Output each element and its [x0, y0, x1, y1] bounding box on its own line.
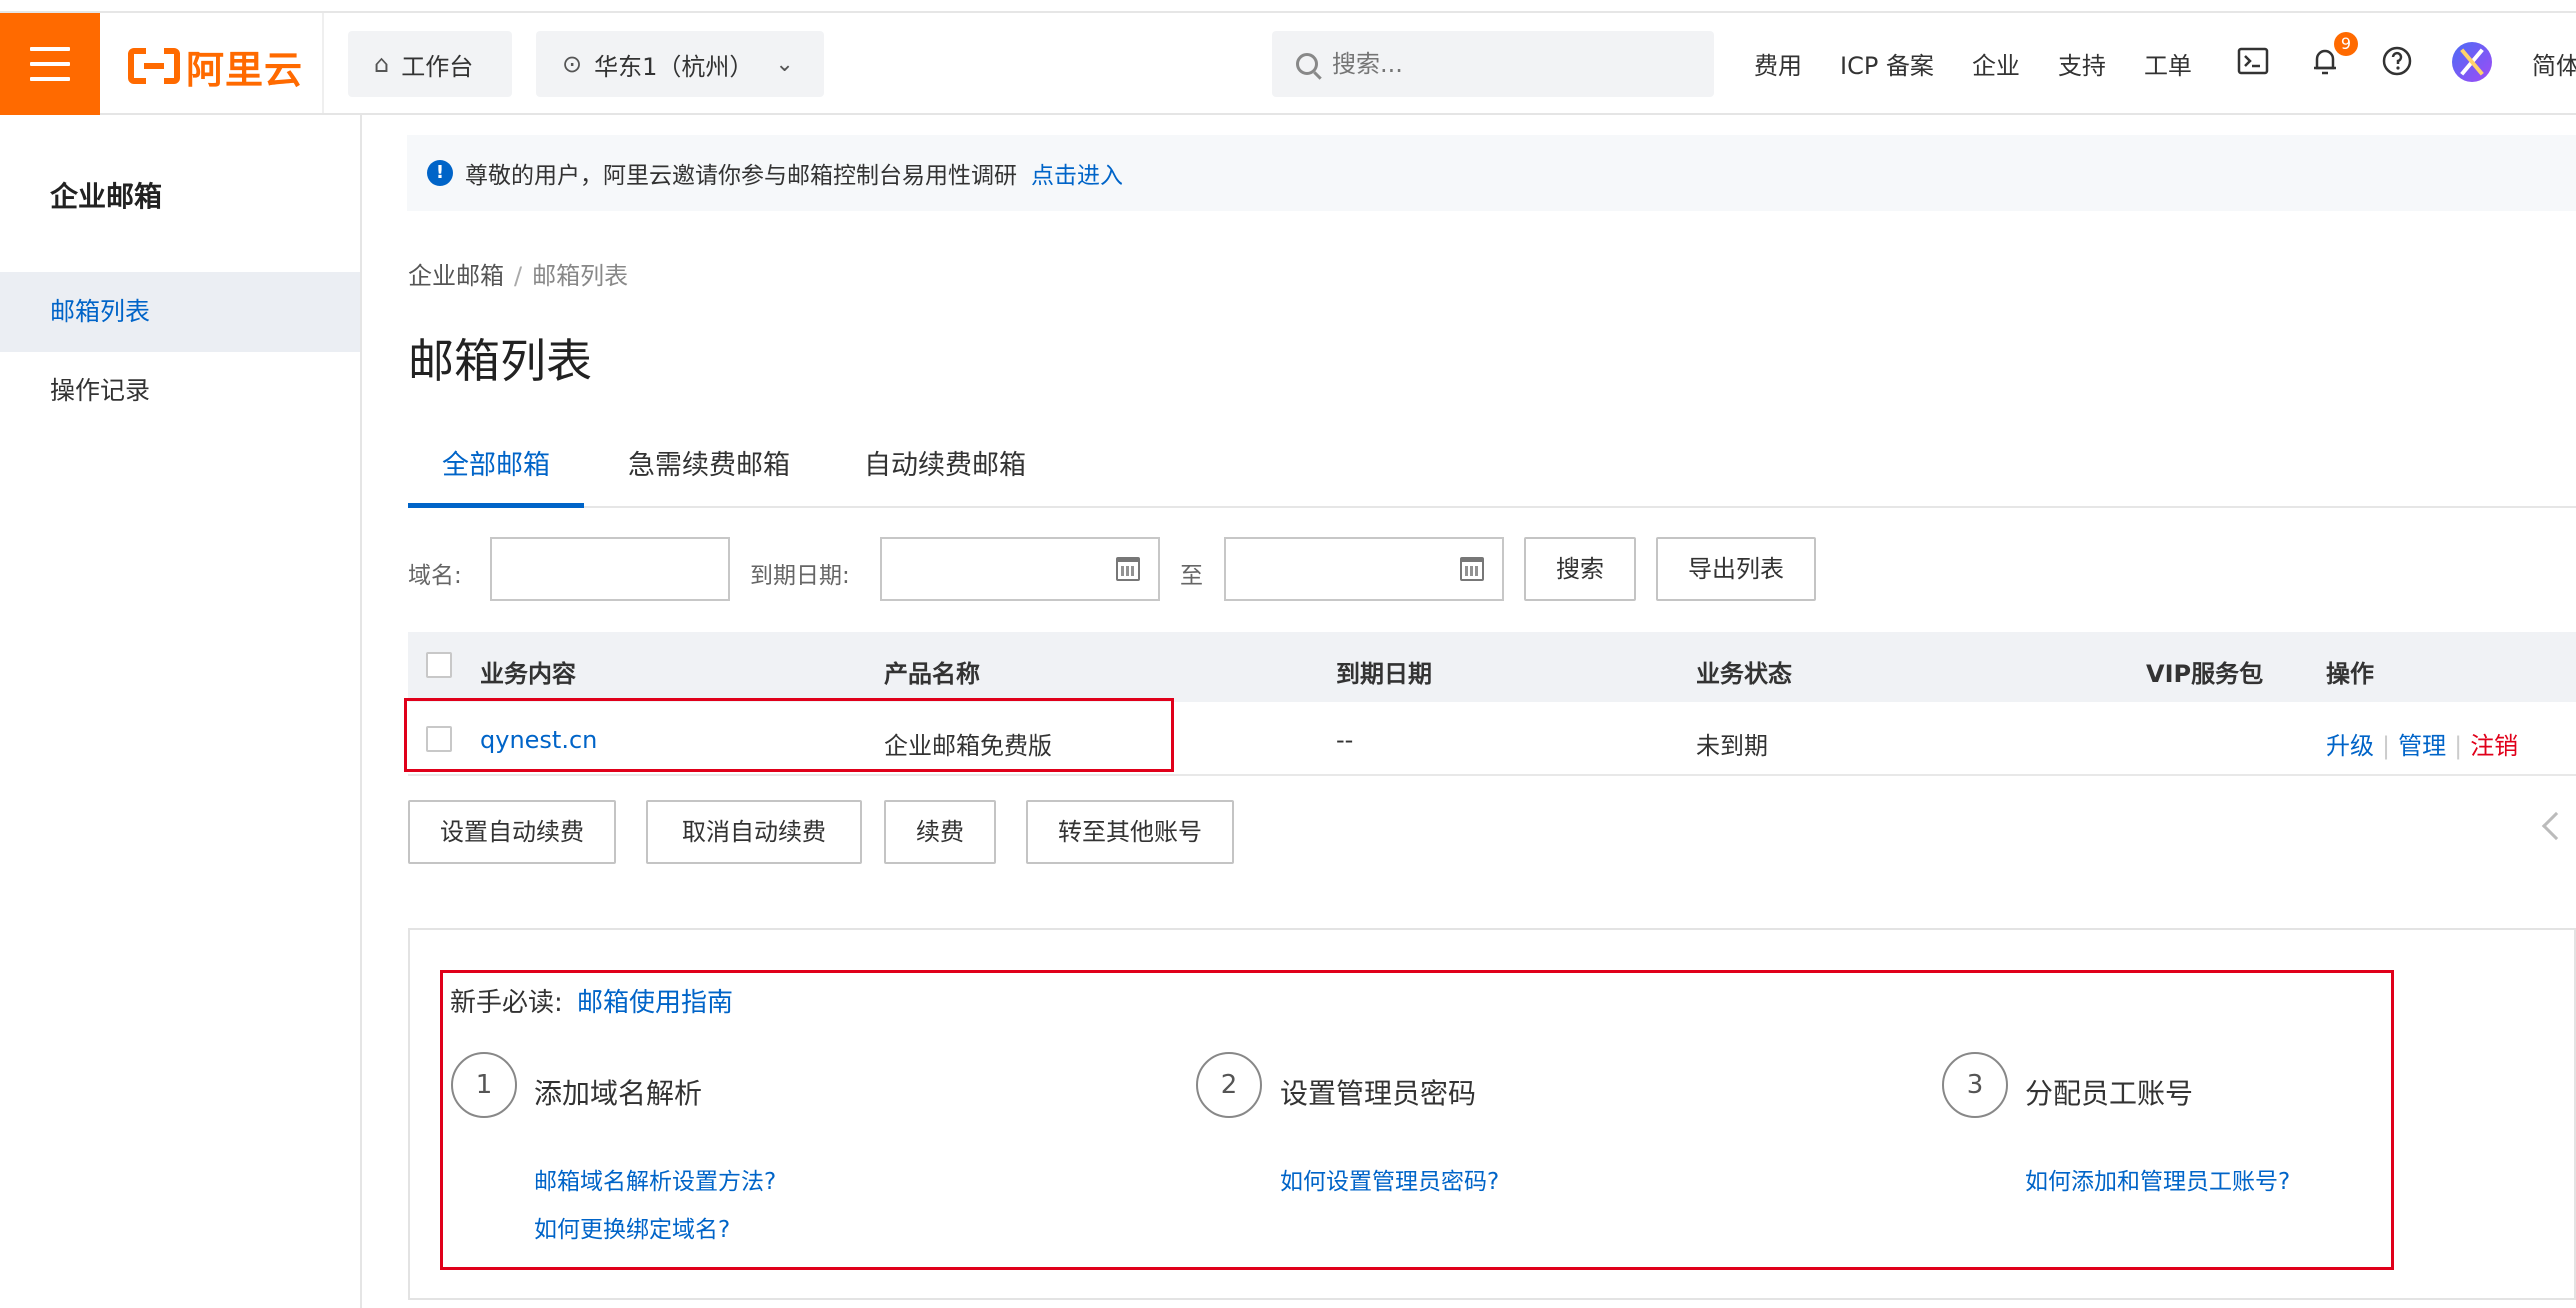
- expiry-date: --: [1336, 726, 1354, 754]
- guide-prefix: 新手必读:: [450, 988, 563, 1018]
- step-number-3: 3: [1942, 1052, 2008, 1118]
- sidebar-item-operation-log[interactable]: 操作记录: [0, 351, 360, 431]
- employee-account-help-link[interactable]: 如何添加和管理员工账号?: [2025, 1162, 2290, 1196]
- top-edge-line: [0, 0, 2576, 13]
- row-checkbox[interactable]: [426, 726, 452, 752]
- column-header-vip: VIP服务包: [2146, 660, 2264, 688]
- divider: [322, 13, 324, 113]
- export-list-button[interactable]: 导出列表: [1656, 537, 1816, 601]
- step-title-3: 分配员工账号: [2025, 1077, 2194, 1110]
- expiry-end-date-picker[interactable]: [1224, 537, 1504, 601]
- search-button[interactable]: 搜索: [1524, 537, 1636, 601]
- breadcrumb: 企业邮箱 / 邮箱列表: [408, 256, 628, 291]
- mailbox-tabs: 全部邮箱 急需续费邮箱 自动续费邮箱: [408, 436, 2576, 508]
- sidebar: 企业邮箱 邮箱列表 操作记录: [0, 115, 362, 1308]
- workbench-label: 工作台: [401, 52, 474, 81]
- set-auto-renew-button[interactable]: 设置自动续费: [408, 800, 616, 864]
- row-actions: 升级 | 管理 | 注销: [2326, 726, 2518, 761]
- sidebar-item-mailbox-list[interactable]: 邮箱列表: [0, 272, 360, 352]
- renew-button[interactable]: 续费: [884, 800, 996, 864]
- hamburger-menu-button[interactable]: [0, 13, 100, 115]
- admin-password-help-link[interactable]: 如何设置管理员密码?: [1280, 1162, 1499, 1196]
- action-separator: |: [2382, 732, 2391, 760]
- notice-text: 尊敬的用户，阿里云邀请你参与邮箱控制台易用性调研: [465, 163, 1017, 189]
- sidebar-title: 企业邮箱: [50, 180, 163, 213]
- cancel-service-link[interactable]: 注销: [2470, 732, 2518, 760]
- column-header-actions: 操作: [2326, 660, 2374, 688]
- survey-notice: ! 尊敬的用户，阿里云邀请你参与邮箱控制台易用性调研 点击进入: [407, 135, 2576, 211]
- language-switch[interactable]: 简体: [2532, 46, 2576, 81]
- table-header: 业务内容 产品名称 到期日期 业务状态 VIP服务包 操作: [408, 632, 2576, 702]
- search-input[interactable]: [1332, 50, 1672, 78]
- breadcrumb-current: 邮箱列表: [532, 262, 629, 290]
- location-pin-icon: ⊙: [562, 50, 583, 78]
- expiry-filter-label: 到期日期:: [750, 563, 850, 589]
- menu-bar-3: [30, 77, 70, 81]
- menu-bar-1: [30, 47, 70, 51]
- region-selector[interactable]: ⊙ 华东1（杭州） ⌄: [536, 31, 824, 97]
- domain-link[interactable]: qynest.cn: [480, 726, 597, 754]
- column-header-product: 产品名称: [884, 660, 980, 688]
- top-links: 费用 ICP 备案 企业 支持 工单: [1754, 46, 2192, 81]
- domain-filter-label: 域名:: [408, 563, 462, 589]
- manage-link[interactable]: 管理: [2398, 732, 2446, 760]
- product-name: 企业邮箱免费版: [884, 732, 1052, 760]
- breadcrumb-root[interactable]: 企业邮箱: [408, 262, 504, 290]
- calendar-icon: [1116, 557, 1140, 581]
- table-row: qynest.cn 企业邮箱免费版 -- 未到期 升级 | 管理 | 注销: [408, 702, 2576, 776]
- search-icon: [1296, 53, 1318, 75]
- help-icon[interactable]: [2380, 44, 2414, 78]
- menu-bar-2: [30, 62, 70, 66]
- terminal-icon[interactable]: [2236, 44, 2270, 78]
- aliyun-logo[interactable]: 阿里云: [128, 46, 303, 92]
- domain-filter-input[interactable]: [490, 537, 730, 601]
- tab-auto-renewal[interactable]: 自动续费邮箱: [840, 436, 1050, 508]
- notification-badge: 9: [2334, 32, 2358, 56]
- breadcrumb-separator: /: [514, 262, 523, 290]
- logo-text: 阿里云: [186, 47, 304, 92]
- cancel-auto-renew-button[interactable]: 取消自动续费: [646, 800, 862, 864]
- chevron-left-icon[interactable]: [2541, 811, 2571, 841]
- business-status: 未到期: [1696, 732, 1768, 760]
- calendar-icon: [1460, 557, 1484, 581]
- workbench-button[interactable]: ⌂ 工作台: [348, 31, 512, 97]
- guide-heading: 新手必读: 邮箱使用指南: [450, 982, 733, 1019]
- aliyun-logo-mark-icon: [128, 47, 180, 85]
- action-separator: |: [2454, 732, 2463, 760]
- global-search[interactable]: [1272, 31, 1714, 97]
- top-navigation-bar: 阿里云 ⌂ 工作台 ⊙ 华东1（杭州） ⌄ 费用 ICP 备案 企业 支持 工单…: [0, 0, 2576, 115]
- top-link-ticket[interactable]: 工单: [2144, 46, 2192, 81]
- step-title-1: 添加域名解析: [534, 1077, 703, 1110]
- expiry-start-date-picker[interactable]: [880, 537, 1160, 601]
- guide-title-link[interactable]: 邮箱使用指南: [577, 988, 733, 1018]
- page-title: 邮箱列表: [408, 334, 592, 388]
- dns-setup-help-link[interactable]: 邮箱域名解析设置方法?: [534, 1162, 776, 1196]
- transfer-account-button[interactable]: 转至其他账号: [1026, 800, 1234, 864]
- date-range-to-label: 至: [1180, 563, 1203, 589]
- step-title-2: 设置管理员密码: [1280, 1077, 1477, 1110]
- tab-all-mailboxes[interactable]: 全部邮箱: [408, 436, 584, 508]
- upgrade-link[interactable]: 升级: [2326, 732, 2374, 760]
- step-number-2: 2: [1196, 1052, 1262, 1118]
- notice-link[interactable]: 点击进入: [1031, 156, 1123, 190]
- column-header-expiry: 到期日期: [1336, 660, 1432, 688]
- top-link-icp[interactable]: ICP 备案: [1840, 46, 1934, 81]
- top-link-fees[interactable]: 费用: [1754, 46, 1802, 81]
- chevron-down-icon: ⌄: [775, 51, 794, 77]
- column-header-status: 业务状态: [1696, 660, 1792, 688]
- user-avatar[interactable]: [2452, 42, 2492, 82]
- home-icon: ⌂: [374, 50, 390, 78]
- column-header-content: 业务内容: [480, 660, 576, 688]
- top-link-enterprise[interactable]: 企业: [1972, 46, 2020, 81]
- top-link-support[interactable]: 支持: [2058, 46, 2106, 81]
- info-icon: !: [427, 160, 453, 186]
- change-domain-help-link[interactable]: 如何更换绑定域名?: [534, 1210, 730, 1244]
- step-number-1: 1: [451, 1052, 517, 1118]
- tab-urgent-renewal[interactable]: 急需续费邮箱: [606, 436, 812, 508]
- region-label: 华东1（杭州）: [594, 52, 754, 81]
- select-all-checkbox[interactable]: [426, 652, 452, 678]
- getting-started-panel: [408, 928, 2576, 1300]
